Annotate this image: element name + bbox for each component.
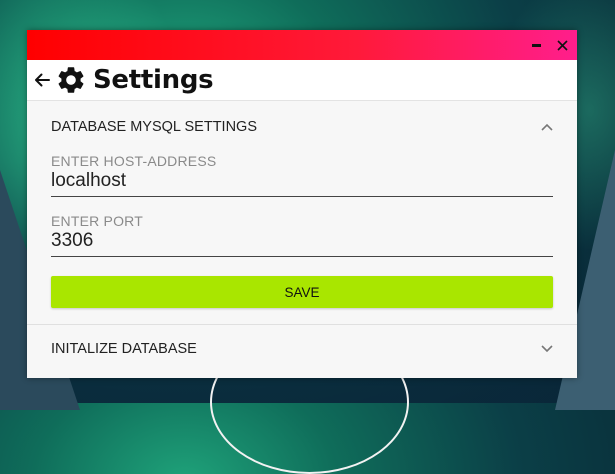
port-field[interactable]: ENTER PORT 3306: [51, 213, 553, 257]
close-button[interactable]: [553, 36, 571, 54]
port-input[interactable]: 3306: [51, 230, 553, 257]
section-title: INITALIZE DATABASE: [51, 341, 197, 357]
header: Settings: [27, 60, 577, 101]
back-button[interactable]: [31, 68, 53, 92]
port-label: ENTER PORT: [51, 213, 143, 229]
section-header-mysql[interactable]: DATABASE MYSQL SETTINGS: [27, 101, 577, 153]
gear-icon: [58, 67, 84, 93]
close-icon: [556, 39, 568, 51]
title-bar[interactable]: [27, 30, 577, 60]
page-title: Settings: [93, 65, 214, 95]
chevron-down-icon: [541, 345, 553, 353]
minimize-button[interactable]: [527, 36, 545, 54]
arrow-left-icon: [35, 73, 50, 87]
host-address-label: ENTER HOST-ADDRESS: [51, 153, 217, 169]
settings-window: Settings DATABASE MYSQL SETTINGS ENTER H…: [27, 30, 577, 378]
host-address-field[interactable]: ENTER HOST-ADDRESS localhost: [51, 153, 553, 197]
minimize-icon: [531, 44, 541, 47]
section-title: DATABASE MYSQL SETTINGS: [51, 119, 257, 135]
host-address-input[interactable]: localhost: [51, 170, 553, 197]
section-header-initialize[interactable]: INITALIZE DATABASE: [27, 325, 577, 373]
chevron-up-icon: [541, 123, 553, 131]
save-button[interactable]: SAVE: [51, 276, 553, 308]
